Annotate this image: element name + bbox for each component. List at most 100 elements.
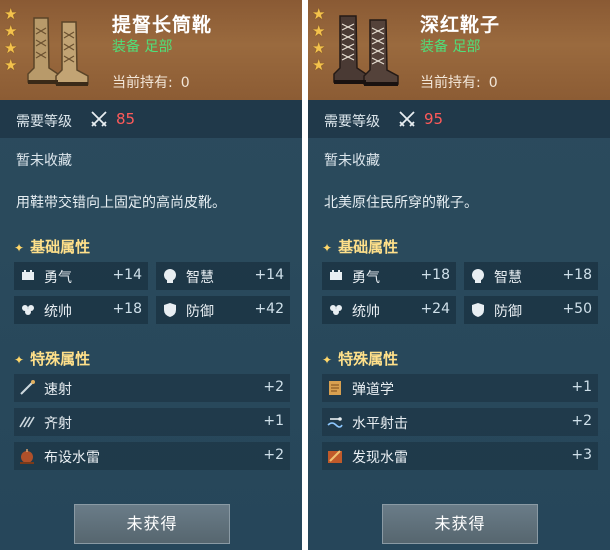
stat-wisdom: 智慧 +18 <box>464 262 598 290</box>
sparkle-icon: ✦ <box>14 241 25 255</box>
special-attributes-title: ✦ 特殊属性 <box>14 348 90 369</box>
item-type: 装备 足部 <box>420 39 481 55</box>
stat-command: 统帅 +24 <box>322 296 456 324</box>
sparkle-icon: ✦ <box>322 353 333 367</box>
item-description: 用鞋带交错向上固定的高尚皮靴。 <box>16 195 226 211</box>
not-obtained-button[interactable]: 未获得 <box>74 504 230 544</box>
special-stat-value: +3 <box>571 447 592 463</box>
not-obtained-button[interactable]: 未获得 <box>382 504 538 544</box>
stat-defense: 防御 +42 <box>156 296 290 324</box>
special-stat-value: +2 <box>263 447 284 463</box>
special-stat-row: 布设水雷 +2 <box>14 442 290 470</box>
command-icon <box>22 305 34 315</box>
stat-name: 勇气 <box>352 270 380 286</box>
collection-status: 暂未收藏 <box>324 153 380 169</box>
required-level-row: 需要等级 95 <box>308 100 610 138</box>
star-icon: ★ <box>4 22 18 40</box>
special-stat-name: 齐射 <box>44 416 72 432</box>
item-type: 装备 足部 <box>112 39 173 55</box>
star-icon: ★ <box>312 39 326 57</box>
item-header: ★ ★ ★ ★ 深红靴子 装备 足部 当前持有: 0 <box>308 0 610 100</box>
required-level-label: 需要等级 <box>324 114 380 130</box>
wisdom-icon <box>164 269 176 283</box>
horizontal-shot-icon <box>327 417 343 428</box>
required-level-value: 95 <box>424 110 444 128</box>
collection-status: 暂未收藏 <box>16 153 72 169</box>
sparkle-icon: ✦ <box>14 353 25 367</box>
basic-attributes-label: 基础属性 <box>30 238 91 256</box>
crossed-swords-icon <box>399 111 415 127</box>
stat-name: 统帅 <box>352 304 380 320</box>
item-card-crimson-boots: ★ ★ ★ ★ 深红靴子 装备 足部 当前持有: 0 需要等级 95 暂未收藏 … <box>308 0 610 550</box>
own-count-label: 当前持有: <box>112 75 173 91</box>
special-stat-row: 水平射击 +2 <box>322 408 598 436</box>
special-stat-row: 齐射 +1 <box>14 408 290 436</box>
rarity-stars: ★ ★ ★ ★ <box>4 6 20 74</box>
special-stat-name: 布设水雷 <box>44 450 100 466</box>
required-level-row: 需要等级 85 <box>0 100 302 138</box>
wisdom-icon <box>472 269 484 283</box>
special-attributes-label: 特殊属性 <box>30 350 91 368</box>
basic-attributes-title: ✦ 基础属性 <box>14 236 90 257</box>
defense-icon <box>472 303 484 317</box>
stat-value: +42 <box>254 301 284 317</box>
item-card-admiral-boots: ★ ★ ★ ★ 提督长筒靴 装备 足部 当前持有: 0 需要等级 85 暂未收藏… <box>0 0 302 550</box>
stat-courage: 勇气 +18 <box>322 262 456 290</box>
crossed-swords-icon <box>91 111 107 127</box>
special-stat-value: +2 <box>263 379 284 395</box>
stat-name: 智慧 <box>494 270 522 286</box>
item-name: 提督长筒靴 <box>112 14 213 36</box>
stat-defense: 防御 +50 <box>464 296 598 324</box>
item-description: 北美原住民所穿的靴子。 <box>324 195 478 211</box>
stat-name: 防御 <box>186 304 214 320</box>
rapid-fire-icon <box>20 380 35 395</box>
star-icon: ★ <box>4 5 18 23</box>
stat-command: 统帅 +18 <box>14 296 148 324</box>
own-count: 当前持有: 0 <box>420 72 498 92</box>
stat-name: 统帅 <box>44 304 72 320</box>
item-header: ★ ★ ★ ★ 提督长筒靴 装备 足部 当前持有: 0 <box>0 0 302 100</box>
stat-courage: 勇气 +14 <box>14 262 148 290</box>
special-stat-name: 速射 <box>44 382 72 398</box>
sparkle-icon: ✦ <box>322 241 333 255</box>
own-count: 当前持有: 0 <box>112 72 190 92</box>
special-stat-value: +1 <box>571 379 592 395</box>
special-attributes-title: ✦ 特殊属性 <box>322 348 398 369</box>
own-count-value: 0 <box>488 75 498 91</box>
stat-value: +18 <box>562 267 592 283</box>
detect-mines-icon <box>328 450 342 463</box>
stat-value: +18 <box>112 301 142 317</box>
special-stat-value: +1 <box>263 413 284 429</box>
special-attributes-label: 特殊属性 <box>338 350 399 368</box>
stat-wisdom: 智慧 +14 <box>156 262 290 290</box>
stat-value: +14 <box>254 267 284 283</box>
defense-icon <box>164 303 176 317</box>
own-count-label: 当前持有: <box>420 75 481 91</box>
stat-name: 勇气 <box>44 270 72 286</box>
star-icon: ★ <box>312 56 326 74</box>
special-stat-name: 发现水雷 <box>352 450 408 466</box>
special-stat-value: +2 <box>571 413 592 429</box>
volley-icon <box>19 416 35 428</box>
special-stat-row: 速射 +2 <box>14 374 290 402</box>
courage-icon <box>330 270 342 280</box>
rarity-stars: ★ ★ ★ ★ <box>312 6 328 74</box>
ballistics-icon <box>329 381 341 395</box>
special-stat-name: 水平射击 <box>352 416 408 432</box>
special-stat-name: 弹道学 <box>352 382 394 398</box>
stat-value: +18 <box>420 267 450 283</box>
basic-attributes-label: 基础属性 <box>338 238 399 256</box>
special-stat-row: 弹道学 +1 <box>322 374 598 402</box>
basic-attributes-title: ✦ 基础属性 <box>322 236 398 257</box>
stat-name: 防御 <box>494 304 522 320</box>
own-count-value: 0 <box>180 75 190 91</box>
star-icon: ★ <box>312 5 326 23</box>
stat-value: +50 <box>562 301 592 317</box>
star-icon: ★ <box>4 56 18 74</box>
boots-icon <box>27 17 89 86</box>
courage-icon <box>22 270 34 280</box>
lay-mines-icon <box>20 449 34 464</box>
star-icon: ★ <box>4 39 18 57</box>
required-level-label: 需要等级 <box>16 114 72 130</box>
star-icon: ★ <box>312 22 326 40</box>
